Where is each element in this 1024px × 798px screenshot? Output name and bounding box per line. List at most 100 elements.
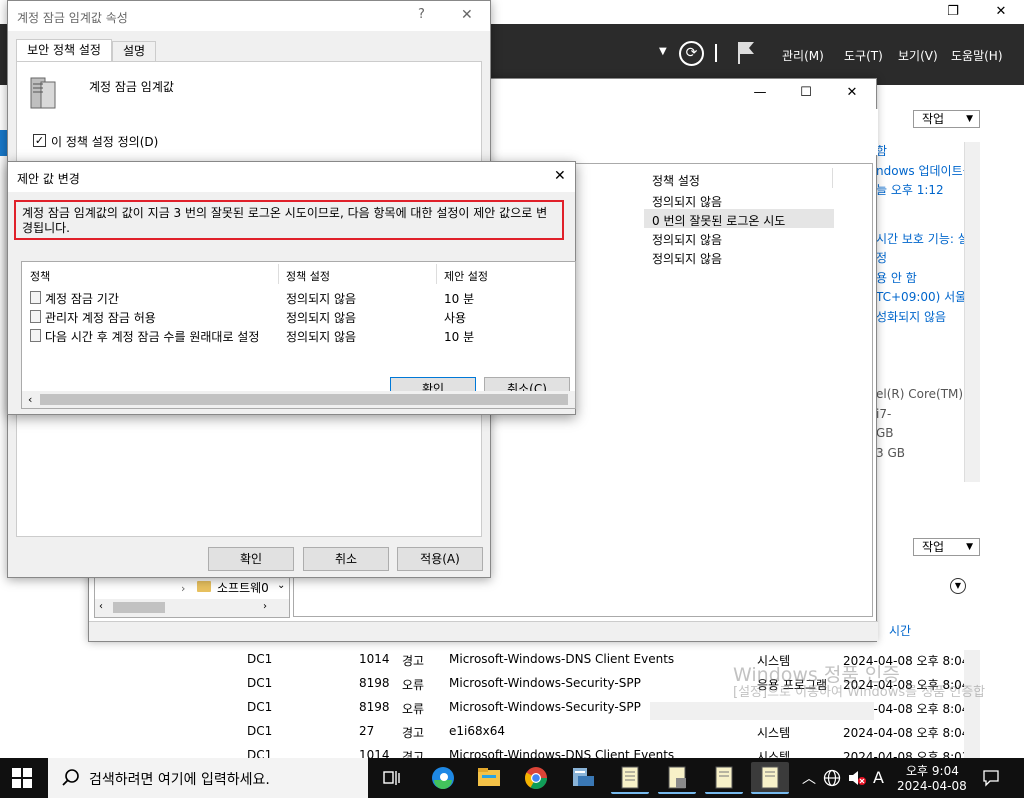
gpo-close-button[interactable]: ✕ — [829, 81, 875, 105]
refresh-icon[interactable]: ⟳ — [679, 41, 704, 66]
volume-muted-icon[interactable] — [847, 769, 867, 787]
info-line[interactable]: ndows 업데이트를 — [876, 162, 976, 182]
menu-help[interactable]: 도움말(H) — [951, 47, 1003, 64]
server-manager-taskbar-icon[interactable] — [564, 762, 602, 794]
notepad-icon-2[interactable] — [705, 762, 743, 794]
info-line[interactable]: TC+09:00) 서울 — [876, 288, 976, 308]
ime-indicator[interactable]: A — [873, 768, 884, 787]
col-policy[interactable]: 정책 — [30, 268, 50, 284]
gpo-row-value: 정의되지 않음 — [652, 252, 723, 266]
tasks-button[interactable]: 작업 ▼ — [913, 110, 980, 128]
notification-icon[interactable] — [982, 769, 1000, 787]
chevron-down-icon: ▼ — [966, 114, 973, 124]
server-policy-icon — [29, 76, 57, 110]
col-policy-setting[interactable]: 정책 설정 — [652, 172, 700, 189]
search-icon — [62, 769, 79, 786]
info-line[interactable]: 용 안 함 — [876, 269, 976, 289]
policy-editor-taskbar-icon[interactable] — [658, 762, 696, 794]
policy-item-icon — [30, 310, 41, 323]
event-source: Microsoft-Windows-Security-SPP — [449, 676, 641, 690]
clock-time[interactable]: 오후 9:04 — [906, 762, 959, 779]
menu-view[interactable]: 보기(V) — [898, 47, 938, 64]
tree-item-software[interactable]: 소프트웨0 — [217, 579, 269, 596]
suggest-setting-cell: 사용 — [444, 311, 467, 325]
gpo-bottom-scrollbar[interactable] — [650, 702, 874, 720]
expand-circle-icon[interactable]: ▼ — [950, 578, 966, 594]
help-button[interactable]: ? — [418, 7, 425, 22]
event-date: 2024-04-08 오후 8:04 — [843, 726, 964, 740]
network-icon[interactable] — [823, 769, 841, 787]
taskbar: 검색하려면 여기에 입력하세요. ︿ A 오후 9:04 2024-04-08 — [0, 758, 1024, 798]
suggest-h-scrollbar[interactable]: ‹ — [22, 391, 575, 408]
properties-close-button[interactable]: ✕ — [461, 7, 473, 23]
menu-tools[interactable]: 도구(T) — [844, 47, 883, 64]
scroll-left-icon[interactable]: ‹ — [28, 393, 32, 406]
define-policy-checkbox[interactable]: ✓ — [33, 134, 46, 147]
info-line[interactable]: 시간 보호 기능: 설 — [876, 230, 976, 250]
search-box[interactable]: 검색하려면 여기에 입력하세요. — [48, 758, 368, 798]
tab-explain[interactable]: 설명 — [112, 41, 156, 62]
info-line[interactable]: 성화되지 않음 — [876, 308, 976, 328]
list-item[interactable]: 계정 잠금 기간 정의되지 않음 10 분 — [22, 288, 575, 307]
edge-icon[interactable] — [424, 762, 462, 794]
props-apply-button[interactable]: 적용(A) — [397, 547, 483, 571]
time-column-header[interactable]: 시간 — [889, 622, 911, 639]
event-level: 오류 — [402, 702, 425, 716]
header-separator — [715, 44, 717, 62]
tab-security-policy[interactable]: 보안 정책 설정 — [16, 39, 112, 62]
properties-titlebar: 계정 잠금 임계값 속성 ? ✕ — [8, 1, 490, 31]
info-line: el(R) Core(TM) i7- — [876, 387, 964, 421]
menu-manage[interactable]: 관리(M) — [782, 47, 824, 64]
chevron-up-icon[interactable]: ︿ — [802, 768, 816, 788]
gpo-row-value: 정의되지 않음 — [652, 233, 723, 247]
col-suggest[interactable]: 제안 설정 — [444, 268, 488, 284]
info-line[interactable]: 늘 오후 1:12 — [876, 181, 976, 201]
define-policy-label: 이 정책 설정 정의(D) — [51, 135, 159, 149]
tree-h-scrollbar[interactable]: ‹ › — [95, 599, 289, 617]
col-divider — [278, 264, 279, 284]
suggest-dialog: 제안 값 변경 ✕ 계정 잠금 임계값의 값이 지금 3 번의 잘못된 로그온 … — [7, 161, 576, 415]
gpo-minimize-button[interactable]: — — [737, 81, 783, 105]
tree-scroll-down-icon[interactable]: ⌄ — [277, 580, 285, 591]
active-window-icon[interactable] — [751, 762, 789, 794]
event-date: 2024-04-08 오후 8:03 — [843, 750, 964, 758]
start-button[interactable] — [12, 768, 32, 788]
chrome-icon[interactable] — [517, 762, 555, 794]
notepad-icon[interactable] — [611, 762, 649, 794]
list-item[interactable]: 관리자 계정 잠금 허용 정의되지 않음 사용 — [22, 307, 575, 326]
event-level: 오류 — [402, 678, 425, 692]
task-view-icon[interactable] — [382, 768, 402, 788]
event-server: DC1 — [247, 700, 273, 714]
clock-date[interactable]: 2024-04-08 — [897, 779, 967, 793]
props-cancel-button[interactable]: 취소 — [303, 547, 389, 571]
gpo-maximize-button[interactable]: ☐ — [783, 81, 829, 105]
expand-arrow-icon[interactable]: › — [181, 582, 185, 595]
restore-button[interactable]: ❐ — [930, 0, 976, 24]
event-id: 8198 — [359, 676, 390, 690]
file-explorer-icon[interactable] — [470, 762, 508, 794]
props-ok-button[interactable]: 확인 — [208, 547, 294, 571]
info-line[interactable]: 함 — [876, 142, 976, 162]
table-row[interactable]: DC1 1014 경고 Microsoft-Windows-DNS Client Ev… — [242, 744, 964, 758]
col-divider — [436, 264, 437, 284]
event-id: 27 — [359, 724, 375, 738]
dropdown-arrow-icon[interactable]: ▼ — [659, 46, 667, 57]
gpo-tree-pane: › 소프트웨0 ⌄ ‹ › — [94, 576, 290, 618]
suggest-titlebar: 제안 값 변경 ✕ — [8, 162, 575, 192]
scroll-thumb[interactable] — [40, 394, 568, 405]
suggest-close-button[interactable]: ✕ — [554, 168, 566, 184]
table-row[interactable]: DC1 27 경고 e1i68x64 시스템 2024-04-08 오후 8:04 — [242, 720, 964, 744]
list-item[interactable]: 다음 시간 후 계정 잠금 수를 원래대로 설정 정의되지 않음 10 분 — [22, 326, 575, 345]
search-placeholder: 검색하려면 여기에 입력하세요. — [89, 772, 270, 788]
policy-item-icon — [30, 329, 41, 342]
event-source: Microsoft-Windows-Security-SPP — [449, 700, 641, 714]
tasks-button-2[interactable]: 작업 ▼ — [913, 538, 980, 556]
event-log: 시스템 — [757, 726, 791, 740]
right-info-panel: 함 ndows 업데이트를 늘 오후 1:12 시간 보호 기능: 설 정 용 … — [876, 142, 976, 463]
col-setting[interactable]: 정책 설정 — [286, 268, 330, 284]
suggest-message: 계정 잠금 임계값의 값이 지금 3 번의 잘못된 로그온 시도이므로, 다음 … — [22, 206, 548, 235]
flag-icon[interactable] — [737, 40, 755, 64]
right-scrollbar[interactable] — [964, 142, 980, 482]
close-button[interactable]: ✕ — [978, 0, 1024, 24]
info-line[interactable]: 정 — [876, 249, 976, 269]
